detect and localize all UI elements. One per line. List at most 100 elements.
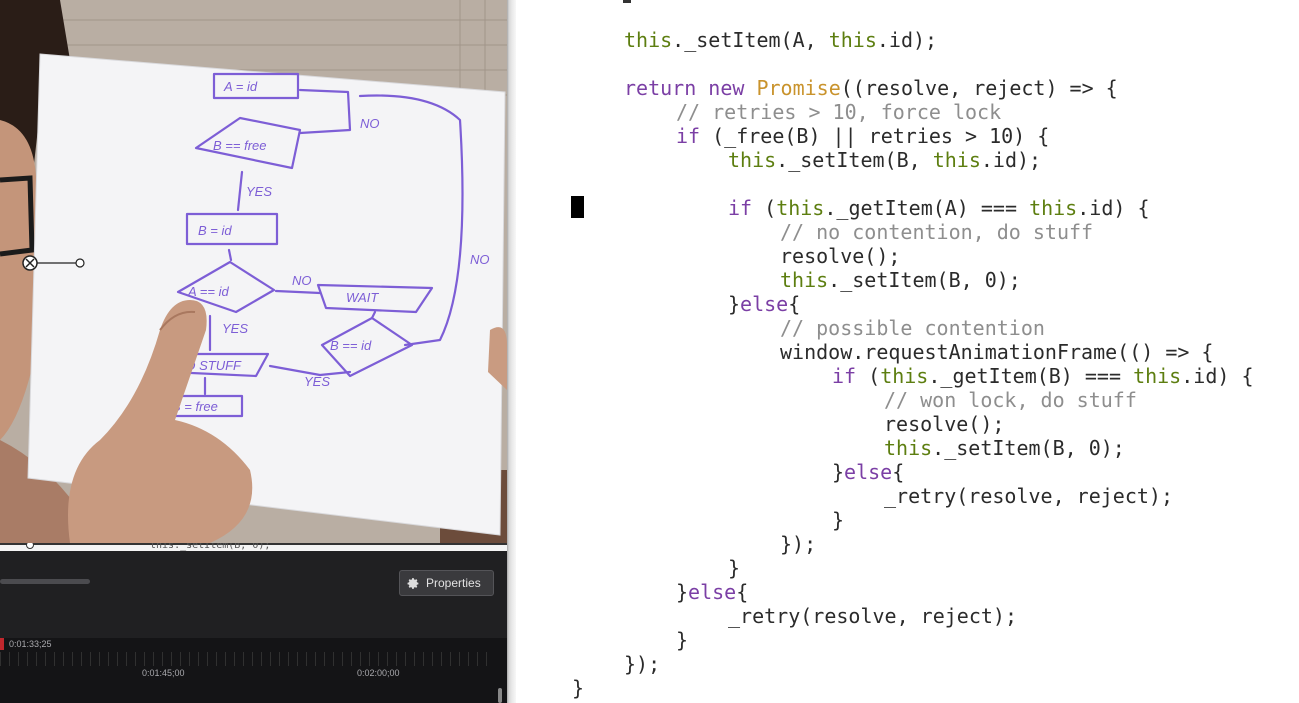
previous-line-fragment xyxy=(623,0,631,3)
code-line[interactable]: _retry(resolve, reject); xyxy=(728,604,1017,628)
code-line[interactable]: _retry(resolve, reject); xyxy=(884,484,1173,508)
code-token: ._setItem(B, xyxy=(776,148,933,172)
code-token: { xyxy=(788,292,801,316)
code-token: }); xyxy=(624,652,661,676)
code-token: this xyxy=(1029,196,1078,220)
code-token: if xyxy=(832,364,857,388)
properties-button[interactable]: Properties xyxy=(399,570,494,596)
code-line[interactable]: window.requestAnimationFrame(() => { xyxy=(780,340,1213,364)
code-token: new xyxy=(708,76,745,100)
playhead-marker[interactable] xyxy=(0,638,4,650)
code-token: .id) { xyxy=(1181,364,1254,388)
node-a-equals-id: A = id xyxy=(223,79,258,94)
text-cursor xyxy=(571,196,584,218)
code-token: this xyxy=(884,436,933,460)
code-token: _retry(resolve, reject); xyxy=(884,484,1173,508)
node-wait: WAIT xyxy=(346,290,379,305)
code-token: ._setItem(A, xyxy=(672,28,829,52)
clipped-code-text: this._setItem(B, 0); xyxy=(150,543,271,551)
code-line[interactable]: this._setItem(B, 0); xyxy=(884,436,1125,460)
code-line[interactable]: } xyxy=(728,556,740,580)
code-line[interactable]: }); xyxy=(780,532,816,556)
code-token: // won lock, do stuff xyxy=(884,388,1137,412)
code-token: } xyxy=(728,292,741,316)
pane-divider[interactable] xyxy=(507,0,516,703)
timeline-ticks xyxy=(0,652,495,666)
code-token: .id); xyxy=(980,148,1042,172)
code-token: } xyxy=(572,676,585,700)
code-token: ._getItem(A) === xyxy=(824,196,1030,220)
code-token: ._setItem(B, 0); xyxy=(932,436,1125,460)
code-token: } xyxy=(676,580,689,604)
code-token: } xyxy=(832,460,845,484)
code-line[interactable]: }else{ xyxy=(676,580,748,604)
code-token: { xyxy=(892,460,905,484)
code-token: // no contention, do stuff xyxy=(780,220,1094,244)
vertical-scrollbar[interactable] xyxy=(498,688,502,703)
code-line[interactable]: resolve(); xyxy=(780,244,900,268)
code-line[interactable]: }else{ xyxy=(832,460,904,484)
code-token: window.requestAnimationFrame(() => { xyxy=(780,340,1214,364)
timeline-ruler[interactable]: 0:01:33;25 0:01:45;00 0:02:00;00 xyxy=(0,638,507,703)
code-line[interactable]: // no contention, do stuff xyxy=(780,220,1093,244)
code-line[interactable]: this._setItem(B, 0); xyxy=(780,268,1021,292)
code-token: resolve(); xyxy=(780,244,901,268)
code-token: this xyxy=(776,196,825,220)
edge-label-no-2: NO xyxy=(292,273,312,288)
video-editor-panel: A = id B == free B = id A == id WAIT B =… xyxy=(0,0,507,703)
code-line[interactable]: }); xyxy=(624,652,660,676)
zoom-scrubber[interactable] xyxy=(0,579,90,584)
canvas-bottom-edge: this._setItem(B, 0); xyxy=(0,543,507,551)
video-preview: A = id B == free B = id A == id WAIT B =… xyxy=(0,0,507,543)
edge-label-yes-1: YES xyxy=(246,184,272,199)
code-token: } xyxy=(728,556,741,580)
code-token: else xyxy=(740,292,789,316)
node-b-is-free: B == free xyxy=(213,138,266,153)
code-line[interactable]: if (this._getItem(B) === this.id) { xyxy=(832,364,1253,388)
code-token: ((resolve, reject) => { xyxy=(840,76,1118,100)
edge-label-no-3: NO xyxy=(470,252,490,267)
code-token: // possible contention xyxy=(780,316,1045,340)
code-line[interactable]: // possible contention xyxy=(780,316,1045,340)
code-token: } xyxy=(832,508,845,532)
code-line[interactable]: if (this._getItem(A) === this.id) { xyxy=(728,196,1149,220)
code-line[interactable]: } xyxy=(676,628,688,652)
code-token: this xyxy=(780,268,829,292)
code-token: ._setItem(B, 0); xyxy=(828,268,1021,292)
code-line[interactable]: // won lock, do stuff xyxy=(884,388,1137,412)
code-editor[interactable]: this._setItem(A, this.id); return new Pro… xyxy=(516,0,1299,703)
code-line[interactable]: this._setItem(A, this.id); xyxy=(624,28,937,52)
code-line[interactable]: if (_free(B) || retries > 10) { xyxy=(676,124,1049,148)
code-line[interactable]: return new Promise((resolve, reject) => … xyxy=(624,76,1118,100)
code-line[interactable]: this._setItem(B, this.id); xyxy=(728,148,1041,172)
code-token: this xyxy=(932,148,981,172)
edge-label-no-1: NO xyxy=(360,116,380,131)
code-line[interactable]: } xyxy=(572,676,584,700)
code-line[interactable]: } xyxy=(832,508,844,532)
code-line[interactable]: }else{ xyxy=(728,292,800,316)
code-token: { xyxy=(736,580,749,604)
code-token: return xyxy=(624,76,697,100)
resize-handle-icon[interactable] xyxy=(26,543,34,549)
code-token: // retries > 10, force lock xyxy=(676,100,1002,124)
code-token: this xyxy=(880,364,929,388)
video-frame-illustration: A = id B == free B = id A == id WAIT B =… xyxy=(0,0,507,543)
edge-label-yes-3: YES xyxy=(304,374,330,389)
code-token: Promise xyxy=(756,76,841,100)
properties-label: Properties xyxy=(426,576,481,590)
code-token: .id); xyxy=(876,28,938,52)
code-token: if xyxy=(728,196,753,220)
code-token: } xyxy=(676,628,689,652)
code-token: resolve(); xyxy=(884,412,1005,436)
code-token: }); xyxy=(780,532,817,556)
code-token: ._getItem(B) === xyxy=(928,364,1134,388)
code-token: if xyxy=(676,124,701,148)
code-line[interactable]: // retries > 10, force lock xyxy=(676,100,1001,124)
code-token: .id) { xyxy=(1077,196,1150,220)
current-timecode: 0:01:33;25 xyxy=(9,639,52,649)
code-token: this xyxy=(828,28,877,52)
timecode-mark-2: 0:02:00;00 xyxy=(357,668,400,678)
code-line[interactable]: resolve(); xyxy=(884,412,1004,436)
timecode-mark-1: 0:01:45;00 xyxy=(142,668,185,678)
